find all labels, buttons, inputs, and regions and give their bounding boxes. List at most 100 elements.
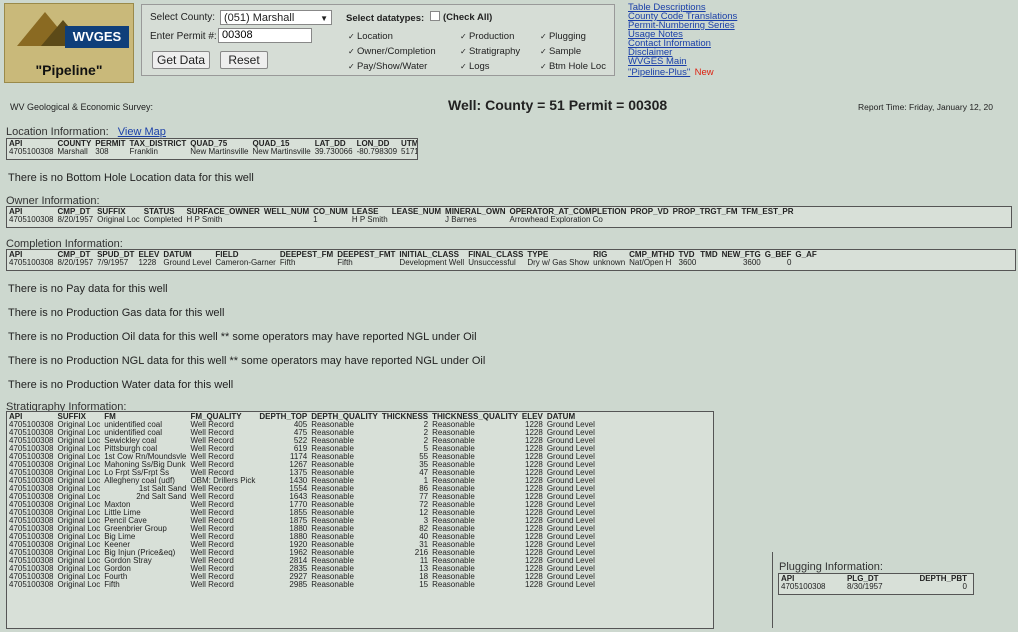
- check-icon: ✓: [460, 62, 469, 71]
- completion-table-box: API CMP_DT SPUD_DT ELEV DATUM FIELD DEEPEST_FM…: [6, 249, 1016, 271]
- table-cell: 0: [962, 582, 967, 591]
- table-cell: -80.798309: [356, 147, 398, 156]
- checkbox-plugging[interactable]: ✓ Plugging: [540, 31, 586, 42]
- table-row: 4705100308 8/20/1957 Original Loc Completed…: [9, 216, 798, 224]
- table-cell: 7/9/1957: [97, 258, 129, 267]
- table-cell: 1228: [138, 258, 157, 267]
- check-icon: ✓: [348, 32, 357, 41]
- table-cell: [673, 216, 742, 224]
- link-pipeline-plus[interactable]: "Pipeline-Plus": [628, 67, 690, 78]
- table-cell: Fifth: [104, 580, 120, 589]
- county-select-value: (051) Marshall: [224, 12, 295, 24]
- plugging-title: Plugging Information:: [779, 561, 883, 573]
- checkbox-production[interactable]: ✓ Production: [460, 31, 514, 42]
- table-cell: 4705100308: [9, 147, 54, 156]
- table-cell: Marshall: [57, 147, 88, 156]
- checkbox-label: Sample: [548, 46, 582, 57]
- table-cell: 4705100308: [9, 215, 54, 224]
- table-cell: Well Record: [190, 580, 234, 589]
- check-icon: ✓: [348, 62, 357, 71]
- check-icon: ✓: [348, 47, 357, 56]
- permit-input[interactable]: [218, 28, 312, 43]
- table-cell: 1228: [525, 580, 543, 589]
- stratigraphy-table-box: API SUFFIX FM FM_QUALITY DEPTH_TOP DEPTH_QUAL…: [6, 411, 714, 629]
- table-row: 4705100308 Original Loc Fifth Well Record 29…: [9, 581, 599, 589]
- checkbox-location[interactable]: ✓ Location: [348, 31, 393, 42]
- checkbox-label: Production: [468, 31, 515, 42]
- check-icon: ✓: [460, 32, 469, 41]
- datatypes-label: Select datatypes:: [346, 13, 425, 24]
- check-icon: ✓: [540, 47, 549, 56]
- checkbox-btm-hole-loc[interactable]: ✓ Btm Hole Loc: [540, 61, 606, 72]
- column-header: WELL_NUM: [263, 207, 310, 216]
- table-cell: H P Smith: [186, 215, 223, 224]
- checkbox-label: Stratigraphy: [468, 46, 521, 57]
- table-row: 4705100308 8/20/1957 7/9/1957 1228 Ground Le…: [9, 259, 821, 267]
- table-cell: [392, 216, 445, 224]
- checkbox-label: Logs: [468, 61, 490, 72]
- get-data-button[interactable]: Get Data: [152, 51, 210, 69]
- no-prod-ngl-text: There is no Production NGL data for this…: [8, 355, 486, 367]
- checkbox-label: Plugging: [548, 31, 586, 42]
- table-cell: Unsuccessful: [468, 258, 516, 267]
- check-icon: ✓: [460, 47, 469, 56]
- no-pay-text: There is no Pay data for this well: [8, 283, 168, 295]
- table-cell: 4705100308: [781, 582, 826, 591]
- link-wvges-main[interactable]: WVGES Main: [628, 57, 737, 67]
- column-header: PROP_TRGT_FM: [672, 207, 738, 216]
- completion-table: API CMP_DT SPUD_DT ELEV DATUM FIELD DEEPEST_FM…: [9, 251, 821, 267]
- checkbox-pay-show-water[interactable]: ✓ Pay/Show/Water: [348, 61, 427, 72]
- table-cell: Fifth: [337, 258, 353, 267]
- table-cell: Arrowhead Exploration Co: [509, 215, 603, 224]
- select-county-label: Select County:: [150, 12, 216, 23]
- table-cell: New Martinsville: [252, 147, 311, 156]
- table-cell: 1: [313, 215, 318, 224]
- plugging-table-box: API PLG_DT DEPTH_PBT 4705100308 8/30/1957 0: [778, 573, 974, 595]
- checkbox-label: Pay/Show/Water: [356, 61, 428, 72]
- table-cell: [630, 216, 672, 224]
- table-cell: 308: [95, 147, 109, 156]
- county-select[interactable]: (051) Marshall ▼: [220, 10, 332, 25]
- checkbox-owner-completion[interactable]: ✓ Owner/Completion: [348, 46, 436, 57]
- table-cell: Ground Level: [163, 258, 212, 267]
- table-cell: Completed: [143, 215, 183, 224]
- wvges-logo: WVGES "Pipeline": [4, 3, 134, 83]
- table-cell: Ground Level: [546, 580, 595, 589]
- table-cell: Franklin: [129, 147, 158, 156]
- checkbox-stratigraphy[interactable]: ✓ Stratigraphy: [460, 46, 520, 57]
- view-map-link[interactable]: View Map: [118, 126, 166, 138]
- checkbox-sample[interactable]: ✓ Sample: [540, 46, 581, 57]
- table-cell: Original Loc: [97, 215, 140, 224]
- column-header: TMD: [700, 250, 718, 259]
- table-cell: H P Smith: [351, 215, 388, 224]
- table-cell: 15: [419, 580, 429, 589]
- permit-label: Enter Permit #:: [150, 31, 217, 42]
- table-cell: 3600: [678, 258, 697, 267]
- no-prod-water-text: There is no Production Water data for th…: [8, 379, 234, 391]
- checkbox-label: Btm Hole Loc: [548, 61, 606, 72]
- check-all-checkbox[interactable]: (Check All): [430, 11, 492, 23]
- table-cell: 8/20/1957: [57, 258, 94, 267]
- column-header: LEASE_NUM: [391, 207, 442, 216]
- table-cell: Fifth: [279, 258, 296, 267]
- location-title: Location Information: View Map: [6, 126, 166, 138]
- table-cell: 8/20/1957: [57, 215, 94, 224]
- owner-table: API CMP_DT SUFFIX STATUS SURFACE_OWNER WELL_N…: [9, 208, 798, 224]
- table-cell: J Barnes: [445, 215, 477, 224]
- table-cell: 4705100308: [9, 580, 54, 589]
- column-header: PROP_VD: [630, 207, 669, 216]
- table-cell: Reasonable: [311, 580, 354, 589]
- reset-button[interactable]: Reset: [220, 51, 268, 69]
- stratigraphy-table: API SUFFIX FM FM_QUALITY DEPTH_TOP DEPTH_QUAL…: [9, 413, 599, 589]
- no-prod-oil-text: There is no Production Oil data for this…: [8, 331, 477, 343]
- column-header: TFM_EST_PR: [741, 207, 794, 216]
- table-cell: 517183.1: [401, 147, 418, 156]
- table-cell: 2985: [289, 580, 308, 589]
- report-time: Report Time: Friday, January 12, 20: [858, 102, 993, 112]
- owner-table-box: API CMP_DT SUFFIX STATUS SURFACE_OWNER WELL_N…: [6, 206, 1012, 228]
- table-cell: New Martinsville: [190, 147, 249, 156]
- checkbox-logs[interactable]: ✓ Logs: [460, 61, 490, 72]
- check-all-label: (Check All): [443, 12, 493, 23]
- table-cell: 4705100308: [9, 258, 54, 267]
- table-cell: 8/30/1957: [846, 582, 883, 591]
